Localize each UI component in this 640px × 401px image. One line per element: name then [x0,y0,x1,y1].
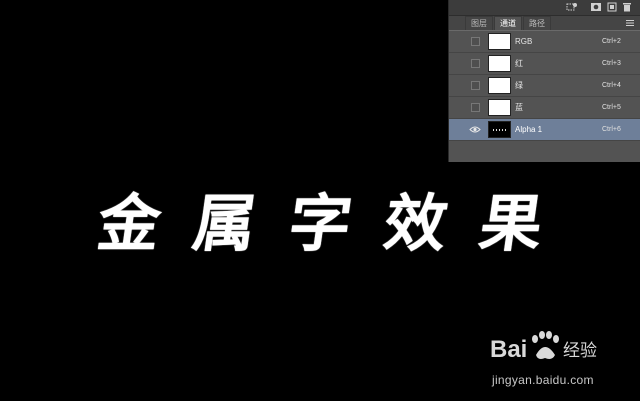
panel-menu-icon[interactable] [626,19,634,27]
glyph-5: 果 [475,187,550,260]
panel-toolbar [449,0,640,16]
glyph-4: 效 [379,187,454,260]
visibility-toggle[interactable] [471,103,480,112]
glyph-1: 金 [93,187,168,260]
channel-name: 绿 [515,81,523,90]
channel-name: RGB [515,37,533,46]
channel-shortcut: Ctrl+2 [602,38,621,45]
delete-icon[interactable] [621,2,633,12]
channel-shortcut: Ctrl+5 [602,104,621,111]
channel-thumbnail [488,55,511,72]
tab-paths[interactable]: 路径 [523,16,551,30]
svg-text:经验: 经验 [563,341,597,361]
channel-list: RGB Ctrl+2 红 Ctrl+3 绿 Ctrl+4 蓝 Ctrl+5 Al… [449,31,640,141]
channel-row-alpha-1[interactable]: Alpha 1 Ctrl+6 [449,119,640,141]
channels-panel: 图层 通道 路径 RGB Ctrl+2 红 Ctrl+3 绿 Ctrl+4 蓝 … [448,0,640,162]
channel-row-green[interactable]: 绿 Ctrl+4 [449,75,640,97]
visibility-toggle[interactable] [471,81,480,90]
glyph-3: 字 [284,187,359,260]
channel-shortcut: Ctrl+4 [602,82,621,89]
panel-tabs: 图层 通道 路径 [449,16,640,31]
eye-icon[interactable] [469,125,481,134]
channel-name: Alpha 1 [515,125,543,134]
save-selection-icon[interactable] [590,2,602,12]
channel-shortcut: Ctrl+3 [602,60,621,67]
channel-thumbnail [488,33,511,50]
channel-name: 红 [515,59,523,68]
visibility-toggle[interactable] [471,37,480,46]
channel-thumbnail [488,77,511,94]
watermark-url: jingyan.baidu.com [492,373,594,387]
channel-row-rgb[interactable]: RGB Ctrl+2 [449,31,640,53]
canvas-text-layer: 金 属 字 效 果 [85,168,559,268]
glyph-2: 属 [188,187,263,260]
new-channel-icon[interactable] [606,2,618,12]
channel-thumbnail [488,99,511,116]
tab-channels[interactable]: 通道 [494,16,522,30]
channel-thumbnail [488,121,511,138]
visibility-toggle[interactable] [471,59,480,68]
channel-row-red[interactable]: 红 Ctrl+3 [449,53,640,75]
channel-shortcut: Ctrl+6 [602,126,621,133]
channel-row-blue[interactable]: 蓝 Ctrl+5 [449,97,640,119]
load-selection-icon[interactable] [566,2,578,12]
channel-name: 蓝 [515,103,523,112]
tab-layers[interactable]: 图层 [465,16,493,30]
svg-text:Bai: Bai [490,336,527,363]
